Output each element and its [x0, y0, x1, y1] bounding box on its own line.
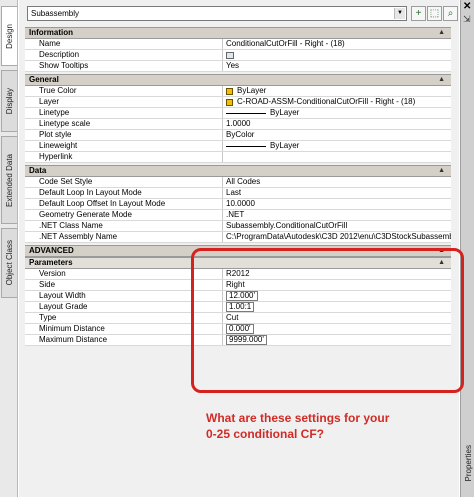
section-title: Data: [29, 166, 47, 175]
property-label: .NET Class Name: [25, 221, 223, 231]
property-label: Show Tooltips: [25, 61, 223, 71]
left-tab-strip: Design Display Extended Data Object Clas…: [0, 0, 18, 497]
property-label: Plot style: [25, 130, 223, 140]
property-row-true-color[interactable]: True Color ByLayer: [25, 86, 451, 97]
property-label: Code Set Style: [25, 177, 223, 187]
tab-extended-data[interactable]: Extended Data: [1, 136, 17, 224]
property-row-layer[interactable]: Layer C-ROAD-ASSM-ConditionalCutOrFill -…: [25, 97, 451, 108]
property-value[interactable]: ByLayer: [223, 141, 451, 151]
property-label: Layer: [25, 97, 223, 107]
property-value[interactable]: 1.0000: [223, 119, 451, 129]
property-row-loop-offset[interactable]: Default Loop Offset In Layout Mode 10.00…: [25, 199, 451, 210]
chevron-down-icon[interactable]: ▼: [394, 8, 405, 19]
plus-icon: +: [415, 8, 422, 19]
close-icon[interactable]: ✕: [463, 1, 471, 12]
property-value[interactable]: C-ROAD-ASSM-ConditionalCutOrFill - Right…: [223, 97, 451, 107]
section-data[interactable]: Data ▲: [25, 165, 451, 177]
collapse-icon[interactable]: ▲: [438, 28, 445, 38]
annotation-question: What are these settings for your 0-25 co…: [206, 411, 390, 441]
linetype-preview-icon: [226, 112, 266, 114]
linetype-value: ByLayer: [270, 108, 300, 117]
section-title: ADVANCED: [29, 246, 74, 255]
edit-description-icon[interactable]: [226, 51, 234, 59]
section-title: Information: [29, 28, 73, 37]
property-value[interactable]: ByLayer: [223, 86, 451, 96]
section-general[interactable]: General ▲: [25, 74, 451, 86]
property-row-plot-style[interactable]: Plot style ByColor: [25, 130, 451, 141]
property-label: Geometry Generate Mode: [25, 210, 223, 220]
property-value[interactable]: Last: [223, 188, 451, 198]
palette-title-label: Properties: [463, 444, 473, 482]
true-color-value: ByLayer: [237, 86, 267, 95]
layer-color-icon: [226, 98, 233, 106]
lineweight-preview-icon: [226, 145, 266, 147]
property-value[interactable]: ConditionalCutOrFill - Right - (18): [223, 39, 451, 49]
auto-hide-icon[interactable]: ⇲: [463, 14, 471, 25]
tab-design-label: Design: [5, 23, 14, 49]
property-label: Name: [25, 39, 223, 49]
tab-object-class[interactable]: Object Class: [1, 228, 17, 298]
property-label: .NET Assembly Name: [25, 232, 223, 242]
section-information[interactable]: Information ▲: [25, 27, 451, 39]
select-objects-button[interactable]: ⬚: [427, 6, 442, 21]
palette-title: Properties: [462, 433, 474, 493]
collapse-icon[interactable]: ▲: [438, 166, 445, 176]
tab-design[interactable]: Design: [1, 6, 17, 66]
property-value[interactable]: Yes: [223, 61, 451, 71]
property-label: Default Loop In Layout Mode: [25, 188, 223, 198]
property-row-lineweight[interactable]: Lineweight ByLayer: [25, 141, 451, 152]
tab-display-label: Display: [5, 87, 14, 115]
property-value[interactable]: [223, 152, 451, 162]
section-title: Parameters: [29, 258, 73, 267]
property-label: Hyperlink: [25, 152, 223, 162]
color-swatch-icon: [226, 87, 233, 95]
section-title: General: [29, 75, 59, 84]
property-label: Default Loop Offset In Layout Mode: [25, 199, 223, 209]
property-row-hyperlink[interactable]: Hyperlink: [25, 152, 451, 163]
property-value[interactable]: Subassembly.ConditionalCutOrFill: [223, 221, 451, 231]
property-row-class-name[interactable]: .NET Class Name Subassembly.ConditionalC…: [25, 221, 451, 232]
property-value[interactable]: C:\ProgramData\Autodesk\C3D 2012\enu\C3D…: [223, 232, 451, 242]
palette-title-strip: ✕ ⇲ Properties: [460, 0, 474, 497]
property-row-linetype-scale[interactable]: Linetype scale 1.0000: [25, 119, 451, 130]
property-value[interactable]: 10.0000: [223, 199, 451, 209]
property-value[interactable]: All Codes: [223, 177, 451, 187]
property-label: Lineweight: [25, 141, 223, 151]
object-type-value: Subassembly: [31, 9, 80, 18]
property-row-show-tooltips[interactable]: Show Tooltips Yes: [25, 61, 451, 72]
tab-object-class-label: Object Class: [5, 240, 14, 286]
property-label: Linetype scale: [25, 119, 223, 129]
property-row-linetype[interactable]: Linetype ByLayer: [25, 108, 451, 119]
property-row-description[interactable]: Description: [25, 50, 451, 61]
property-value[interactable]: ByLayer: [223, 108, 451, 118]
object-type-select[interactable]: Subassembly ▼: [27, 6, 407, 21]
quick-select-icon: ⌕: [447, 8, 454, 19]
property-value[interactable]: ByColor: [223, 130, 451, 140]
toolbar: Subassembly ▼ + ⬚ ⌕: [27, 6, 458, 22]
quick-select-button[interactable]: ⌕: [443, 6, 458, 21]
property-row-code-set-style[interactable]: Code Set Style All Codes: [25, 177, 451, 188]
tab-extended-data-label: Extended Data: [5, 153, 14, 207]
property-row-geometry-mode[interactable]: Geometry Generate Mode .NET: [25, 210, 451, 221]
select-objects-icon: ⬚: [429, 8, 440, 19]
property-row-name[interactable]: Name ConditionalCutOrFill - Right - (18): [25, 39, 451, 50]
property-label: True Color: [25, 86, 223, 96]
tab-display[interactable]: Display: [1, 70, 17, 132]
collapse-icon[interactable]: ▲: [438, 75, 445, 85]
annotation-highlight-box: [191, 248, 464, 393]
property-row-loop-mode[interactable]: Default Loop In Layout Mode Last: [25, 188, 451, 199]
property-label: Linetype: [25, 108, 223, 118]
property-row-assembly-name[interactable]: .NET Assembly Name C:\ProgramData\Autode…: [25, 232, 451, 243]
add-selection-button[interactable]: +: [411, 6, 426, 21]
lineweight-value: ByLayer: [270, 141, 300, 150]
property-label: Description: [25, 50, 223, 60]
layer-value: C-ROAD-ASSM-ConditionalCutOrFill - Right…: [237, 97, 416, 106]
property-value[interactable]: .NET: [223, 210, 451, 220]
property-value[interactable]: [223, 50, 451, 60]
